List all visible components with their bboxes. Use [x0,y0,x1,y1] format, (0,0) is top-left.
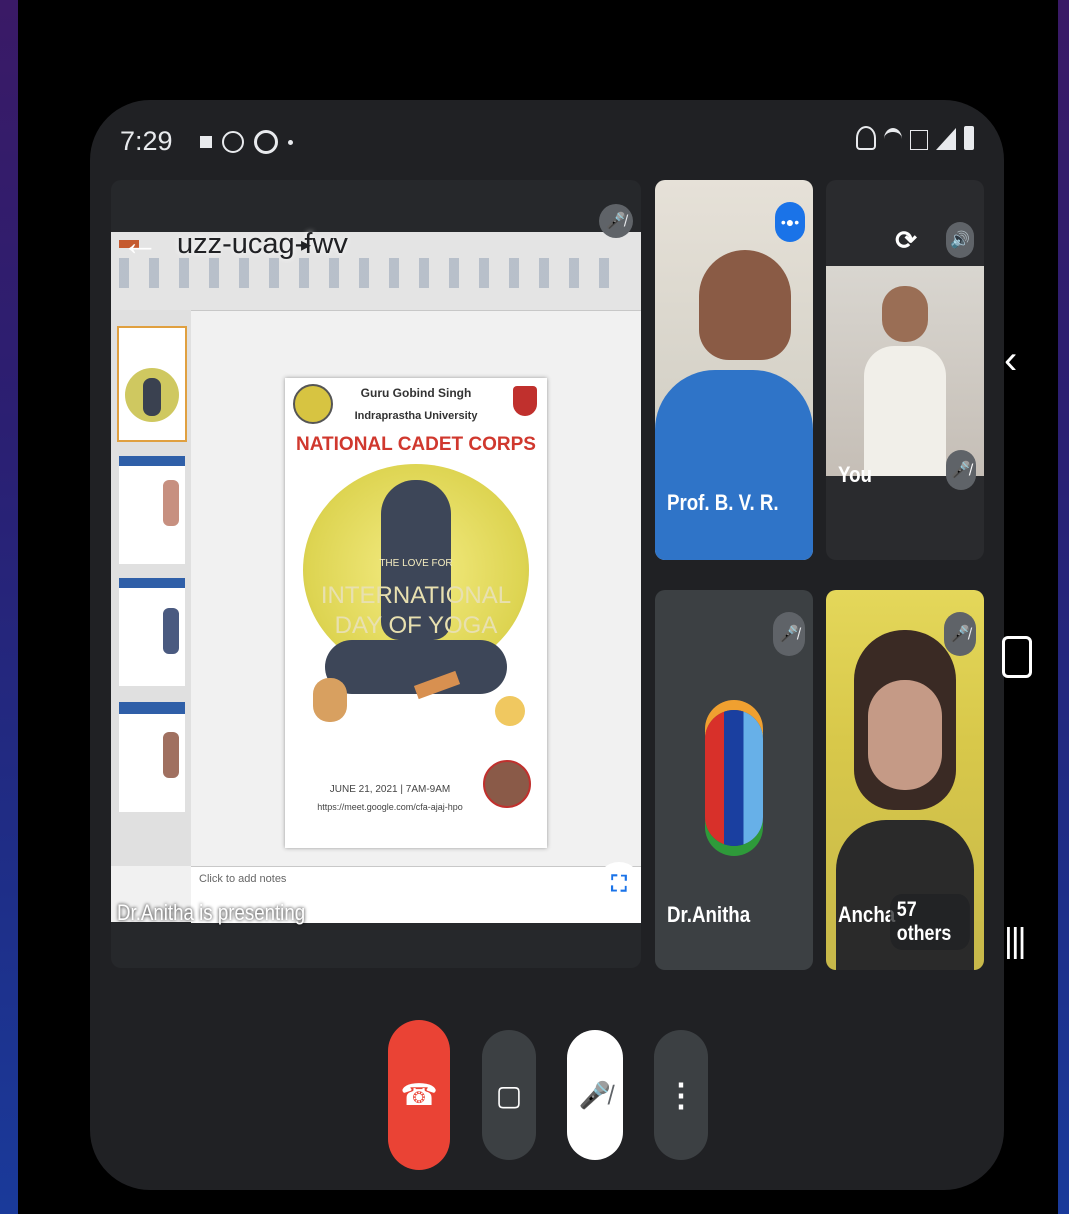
switch-camera-icon[interactable]: ⟳ [890,224,922,256]
university-line2: Indraprastha University [354,410,478,422]
alarm-icon [856,126,876,150]
main-slide[interactable]: Guru Gobind Singh Indraprastha Universit… [285,378,547,848]
presentation-window: Guru Gobind Singh Indraprastha Universit… [111,232,641,923]
slide-thumbnails [111,310,191,866]
notes-placeholder: Click to add notes [199,873,287,885]
volte-icon [910,130,928,150]
participant-mic-off-icon: 🎤̸ [773,612,805,656]
slide-heading: NATIONAL CADET CORPS [296,434,536,455]
meeting-code-chevron-icon[interactable]: ▸ [301,232,311,257]
end-call-button[interactable]: ☎ [388,1020,450,1170]
slide-link[interactable]: https://meet.google.com/cfa-ajaj-hpo [285,802,495,812]
participant-tile-anitha[interactable]: 🎤̸ Dr.Anitha [655,590,813,970]
slide-thumb[interactable] [119,702,185,812]
participant-tile-ancha[interactable]: 🎤̸ Ancha 57 others [826,590,984,970]
meeting-code[interactable]: uzz-ucag-fwv [177,228,348,261]
slide-event-line2: DAY OF YOGA [334,612,498,639]
slide-event-line1: INTERNATIONAL [320,582,512,609]
slide-thumb[interactable] [117,326,187,442]
participant-tile-prof[interactable]: •●• Prof. B. V. R. [655,180,813,560]
slide-tagline: THE LOVE FOR [379,558,453,569]
recents-nav-icon[interactable]: ||| [1004,922,1026,961]
participant-shirt [655,370,813,560]
slide-date: JUNE 21, 2021 | 7AM-9AM [329,784,451,795]
status-time: 7:29 [120,126,173,156]
settings-icon [254,130,278,154]
fullscreen-button[interactable]: ⛶ [597,862,641,906]
participant-name: Ancha [838,902,896,927]
whatsapp-icon [222,131,244,153]
others-count-chip[interactable]: 57 others [890,894,970,950]
home-nav-icon[interactable] [1002,636,1032,678]
mic-toggle-button[interactable]: 🎤̸ [567,1030,623,1160]
participant-name: Dr.Anitha [667,902,751,927]
presentation-tile[interactable]: Guru Gobind Singh Indraprastha Universit… [111,180,641,968]
speaker-icon[interactable]: 🔊 [946,222,974,258]
pose-figure [495,696,525,726]
status-left-icons [200,130,293,154]
battery-icon [964,126,974,150]
signal-icon [936,128,956,150]
slide-thumb[interactable] [119,578,185,686]
phone-screen: 7:29 Guru Gobind Singh Indraprastha Univ… [90,100,1004,1190]
dot-icon [288,139,293,145]
slide-thumb[interactable] [119,456,185,564]
participant-tile-you[interactable]: ⟳ 🔊 You 🎤̸ [826,180,984,560]
camera-toggle-button[interactable]: ▢ [482,1030,536,1160]
media-icon [200,136,212,148]
self-mic-off-icon: 🎤̸ [946,450,976,490]
participant-name: You [838,462,872,487]
back-nav-icon[interactable]: ‹ [1004,338,1017,383]
wifi-icon [884,128,902,150]
participant-avatar [705,710,763,846]
pose-figure [313,678,347,722]
more-options-button[interactable]: ⋮ [654,1030,708,1160]
presenting-label: Dr.Anitha is presenting [117,900,306,925]
speaking-indicator-icon: •●• [775,202,805,242]
participant-name: Prof. B. V. R. [667,490,779,515]
presentation-mic-off-icon: 🎤̸ [599,204,633,238]
university-line1: Guru Gobind Singh [360,386,472,400]
participant-face [868,680,942,790]
back-arrow-icon[interactable]: ← [121,224,159,262]
participant-video [699,250,791,360]
self-video [826,266,984,476]
screen-frame: 7:29 Guru Gobind Singh Indraprastha Univ… [18,0,1058,1214]
status-right-icons [856,126,974,150]
participant-mic-off-icon: 🎤̸ [944,612,976,656]
